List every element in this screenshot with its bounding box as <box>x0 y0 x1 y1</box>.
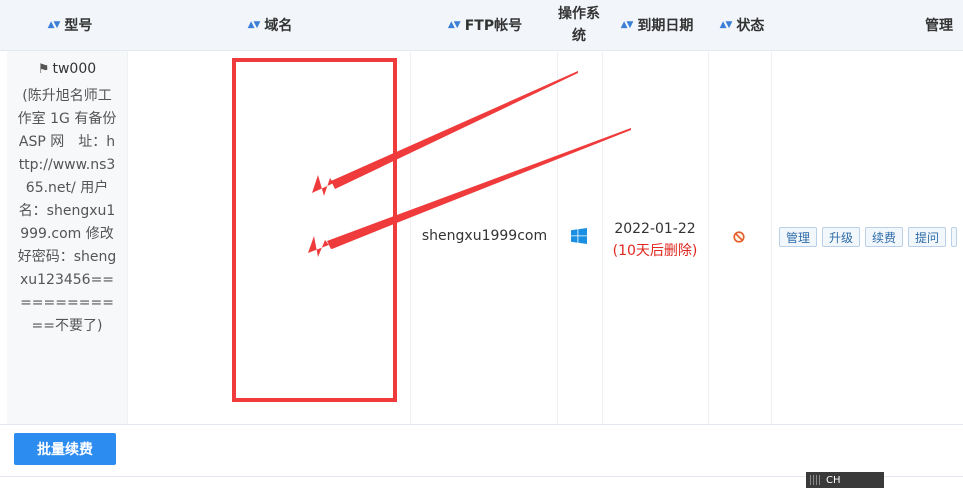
header-ftp[interactable]: ▲▼ FTP帐号 <box>440 0 530 50</box>
flag-icon: ⚑ <box>37 61 50 77</box>
header-expiry[interactable]: ▲▼ 到期日期 <box>612 0 702 50</box>
windows-icon <box>565 222 593 250</box>
more-button[interactable] <box>951 227 958 247</box>
ime-toolbar[interactable]: CH <box>806 472 884 488</box>
expiry-note: (10天后删除) <box>612 243 698 259</box>
sort-icon: ▲▼ <box>47 19 61 30</box>
expiry-cell: 2022-01-22 (10天后删除) <box>603 218 707 262</box>
model-description: (陈升旭名师工作室 1G 有备份 ASP 网 址：http://www.ns36… <box>17 88 117 334</box>
column-divider <box>708 50 709 424</box>
header-status[interactable]: ▲▼ 状态 <box>712 0 772 50</box>
upgrade-button[interactable]: 升级 <box>822 227 861 247</box>
grip-icon <box>810 475 820 485</box>
ftp-account: shengxu1999com <box>421 228 548 244</box>
sort-icon: ▲▼ <box>247 19 261 30</box>
sort-icon: ▲▼ <box>620 19 634 30</box>
action-buttons: 管理 升级 续费 提问 <box>779 227 958 247</box>
model-cell: ⚑ tw000 (陈升旭名师工作室 1G 有备份 ASP 网 址：http://… <box>7 51 127 424</box>
ask-button[interactable]: 提问 <box>908 227 947 247</box>
sort-icon: ▲▼ <box>447 19 461 30</box>
annotation-box <box>232 58 397 402</box>
header-model[interactable]: ▲▼ 型号 <box>40 0 100 50</box>
no-entry-icon <box>733 231 745 243</box>
header-domain[interactable]: ▲▼ 域名 <box>240 0 300 50</box>
batch-renew-button[interactable]: 批量续费 <box>14 433 116 465</box>
column-divider <box>771 50 772 424</box>
table-header: ▲▼ 型号 ▲▼ 域名 ▲▼ FTP帐号 操作系 统 ▲▼ 到期日期 ▲▼ 状态… <box>0 0 963 51</box>
expiry-date: 2022-01-22 <box>614 221 696 237</box>
column-divider <box>557 50 558 424</box>
renew-button[interactable]: 续费 <box>865 227 904 247</box>
manage-button[interactable]: 管理 <box>779 227 818 247</box>
header-manage: 管理 <box>925 18 953 34</box>
model-name: ⚑ tw000 <box>37 61 97 77</box>
column-divider <box>410 50 411 424</box>
sort-icon: ▲▼ <box>719 19 733 30</box>
header-os: 操作系 统 <box>558 6 600 44</box>
